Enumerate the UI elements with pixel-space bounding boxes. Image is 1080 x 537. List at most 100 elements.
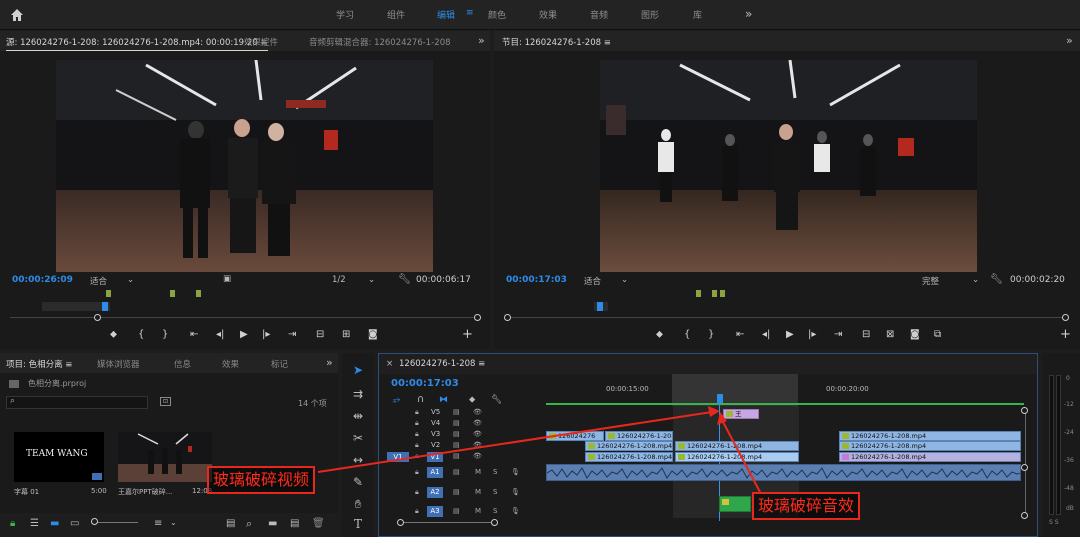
- slip-tool-icon[interactable]: ↔: [342, 453, 374, 473]
- video-clip[interactable]: 126024276-1-208.mp4: [839, 441, 1021, 451]
- trash-icon[interactable]: 🗑︎: [312, 518, 325, 529]
- source-in-out-range[interactable]: [42, 302, 110, 311]
- project-search-input[interactable]: ⌕: [6, 396, 148, 409]
- solo-button[interactable]: S: [493, 488, 497, 496]
- track-target-a1[interactable]: A1: [427, 467, 443, 478]
- track-target-a2[interactable]: A2: [427, 487, 443, 498]
- track-select-tool-icon[interactable]: ⇉: [342, 387, 374, 407]
- video-clip[interactable]: 126024276-1-208.mp4: [675, 441, 799, 451]
- overwrite-icon[interactable]: ⊞: [342, 329, 350, 341]
- lock-icon[interactable]: 🔒︎: [415, 468, 419, 477]
- glass-break-audio-clip[interactable]: [719, 496, 751, 512]
- tab-media-browser[interactable]: 媒体浏览器: [97, 358, 140, 370]
- chevron-down-icon[interactable]: ⌄: [368, 275, 375, 285]
- chevron-down-icon[interactable]: ⌄: [127, 275, 134, 285]
- tab-source[interactable]: 源: 126024276-1-208: 126024276-1-208.mp4:…: [6, 36, 268, 51]
- scroll-handle[interactable]: [1021, 512, 1028, 519]
- source-resolution-select[interactable]: 1/2: [332, 275, 346, 285]
- play-icon[interactable]: ▶: [240, 329, 248, 341]
- program-playhead[interactable]: [597, 302, 603, 311]
- step-back-icon[interactable]: ◂|: [762, 329, 770, 341]
- lock-icon[interactable]: 🔒︎: [415, 507, 419, 516]
- track-target-a3[interactable]: A3: [427, 506, 443, 517]
- workspace-tab-editing[interactable]: 编辑: [437, 8, 455, 21]
- tab-info[interactable]: 信息: [174, 358, 191, 370]
- program-scrub-bar[interactable]: [506, 317, 1066, 318]
- mark-out-icon[interactable]: }: [162, 329, 168, 341]
- new-bin-icon[interactable]: ▬: [268, 518, 277, 529]
- workspace-tab-effects[interactable]: 效果: [539, 8, 557, 21]
- toggle-sync-icon[interactable]: ▤: [453, 441, 460, 449]
- workspace-tab-audio[interactable]: 音频: [590, 8, 608, 21]
- solo-button[interactable]: S: [493, 507, 497, 515]
- video-clip[interactable]: 126024276-1-208.mp4: [839, 431, 1021, 441]
- eye-icon[interactable]: 👁︎: [473, 419, 482, 427]
- video-clip[interactable]: 126024276-1-208.mp4: [839, 452, 1021, 462]
- tab-program[interactable]: 节目: 126024276-1-208 ≡: [502, 36, 611, 48]
- program-zoom-select[interactable]: 适合: [584, 275, 601, 287]
- freeform-view-icon[interactable]: ▭: [70, 518, 79, 529]
- toggle-sync-icon[interactable]: ▤: [453, 452, 460, 460]
- lock-icon[interactable]: 🔒︎: [415, 408, 419, 417]
- panel-overflow-icon[interactable]: »: [478, 34, 485, 47]
- step-back-icon[interactable]: ◂|: [216, 329, 224, 341]
- workspace-tab-color[interactable]: 颜色: [488, 8, 506, 21]
- go-to-out-icon[interactable]: ⇥: [834, 329, 842, 341]
- workspace-tab-learn[interactable]: 学习: [336, 8, 354, 21]
- panel-overflow-icon[interactable]: »: [326, 356, 333, 369]
- source-zoom-handle[interactable]: [474, 314, 481, 321]
- video-clip[interactable]: 126024276-1-208: [605, 431, 673, 441]
- tab-audio-clip-mixer[interactable]: 音频剪辑混合器: 126024276-1-208: [309, 36, 451, 48]
- insert-icon[interactable]: ⊟: [316, 329, 324, 341]
- extract-icon[interactable]: ⊠: [886, 329, 894, 341]
- program-quality-select[interactable]: 完整: [922, 275, 939, 287]
- chevron-down-icon[interactable]: ⌄: [170, 518, 177, 527]
- source-timecode[interactable]: 00:00:26:09: [12, 275, 73, 285]
- lock-icon[interactable]: 🔒︎: [415, 419, 419, 428]
- new-bin-icon[interactable]: ⊡: [160, 397, 171, 406]
- lock-icon[interactable]: 🔒︎: [415, 441, 419, 450]
- toggle-sync-icon[interactable]: ▤: [453, 507, 460, 515]
- lock-icon[interactable]: 🔒︎: [415, 452, 419, 461]
- toggle-sync-icon[interactable]: ▤: [453, 419, 460, 427]
- scroll-handle[interactable]: [397, 519, 404, 526]
- mute-button[interactable]: M: [475, 507, 481, 515]
- toggle-sync-icon[interactable]: ▤: [453, 430, 460, 438]
- close-icon[interactable]: ×: [386, 359, 393, 369]
- tab-project[interactable]: 项目: 色相分离 ≡: [6, 358, 72, 370]
- ripple-edit-tool-icon[interactable]: ⇹: [342, 409, 374, 429]
- tab-markers[interactable]: 标记: [271, 358, 288, 370]
- wrench-icon[interactable]: 🔧︎: [990, 274, 1003, 285]
- source-zoom-handle[interactable]: [94, 314, 101, 321]
- marker[interactable]: [712, 290, 717, 297]
- panel-overflow-icon[interactable]: »: [1066, 34, 1073, 47]
- eye-icon[interactable]: 👁︎: [473, 408, 482, 416]
- video-clip[interactable]: 126024276: [546, 431, 604, 441]
- microphone-icon[interactable]: 🎙︎: [511, 468, 520, 476]
- mark-out-icon[interactable]: }: [708, 329, 714, 341]
- thumbnail-size-slider[interactable]: [92, 522, 138, 523]
- program-zoom-handle[interactable]: [504, 314, 511, 321]
- tab-sequence[interactable]: 126024276-1-208 ≡: [399, 359, 485, 369]
- scroll-handle[interactable]: [1021, 464, 1028, 471]
- toggle-sync-icon[interactable]: ▤: [453, 468, 460, 476]
- audio-clip-a1[interactable]: [546, 464, 1021, 481]
- add-button-icon[interactable]: +: [1060, 328, 1071, 341]
- marker[interactable]: [720, 290, 725, 297]
- tab-effects[interactable]: 效果: [222, 358, 239, 370]
- workspace-tab-graphics[interactable]: 图形: [641, 8, 659, 21]
- video-clip[interactable]: 126024276-1-208.mp4: [585, 441, 673, 451]
- list-view-icon[interactable]: ☰: [30, 518, 39, 529]
- settings-square-icon[interactable]: ▣: [223, 274, 231, 284]
- eye-icon[interactable]: 👁︎: [473, 452, 482, 460]
- video-clip[interactable]: 126024276-1-208.mp4: [675, 452, 799, 462]
- scroll-handle[interactable]: [1021, 407, 1028, 414]
- go-to-in-icon[interactable]: ⇤: [736, 329, 744, 341]
- source-patch-v1[interactable]: V1: [387, 452, 409, 462]
- marker[interactable]: [696, 290, 701, 297]
- mute-button[interactable]: M: [475, 468, 481, 476]
- step-forward-icon[interactable]: |▸: [808, 329, 816, 341]
- tab-effect-controls[interactable]: 效果控件: [244, 36, 278, 48]
- snap-icon[interactable]: ⥵: [393, 394, 400, 406]
- camera-icon[interactable]: ◙: [368, 329, 378, 341]
